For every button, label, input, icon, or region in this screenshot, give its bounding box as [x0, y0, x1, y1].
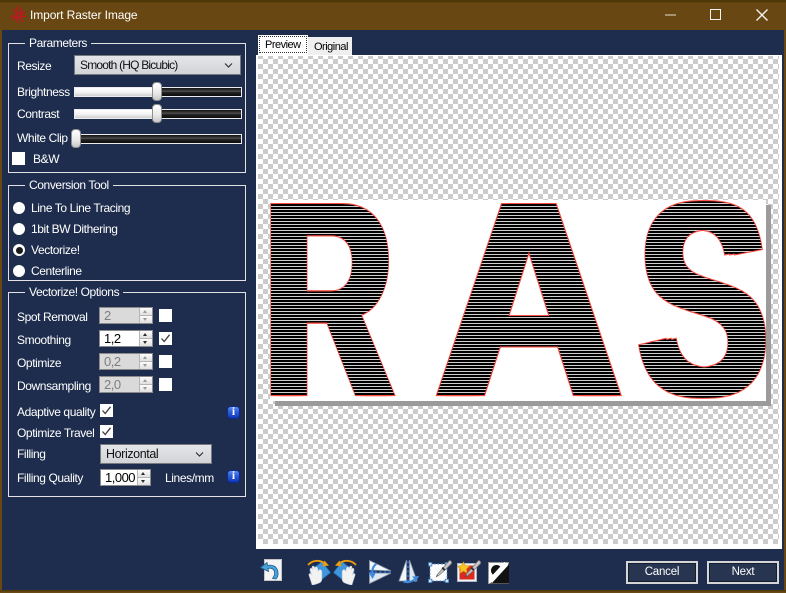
svg-text:A: A	[441, 200, 627, 401]
svg-text:R: R	[270, 200, 398, 401]
svg-text:S: S	[643, 200, 766, 401]
